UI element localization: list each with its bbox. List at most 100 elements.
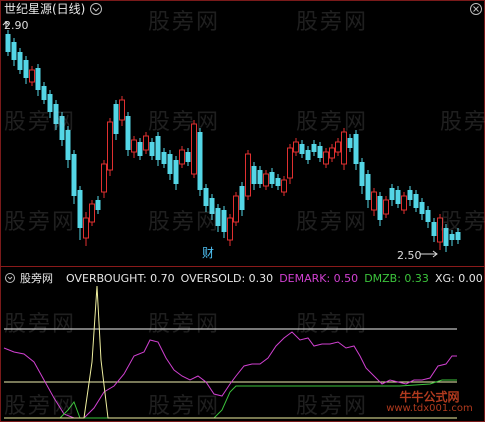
candle-down: [185, 152, 191, 162]
indicator-param-1: OVERSOLD: 0.30: [180, 272, 274, 285]
candle-up: [227, 217, 233, 241]
watermark-text: 股旁网: [296, 210, 369, 235]
watermark-text: 股旁网: [440, 210, 485, 235]
corner-watermark-line2: www.tdx001.com: [386, 403, 473, 414]
candle-down: [113, 104, 119, 134]
watermark-text: 股旁网: [296, 110, 369, 135]
candle-down: [77, 190, 83, 228]
watermark-text: 股旁网: [4, 394, 77, 419]
candle-up: [245, 153, 251, 197]
candle-down: [395, 190, 401, 204]
indicator-name[interactable]: 股旁网: [20, 272, 53, 285]
watermark-text: 股旁网: [148, 312, 221, 337]
candle-down: [71, 154, 77, 196]
candle-down: [137, 142, 143, 156]
finance-marker[interactable]: 财: [202, 247, 214, 260]
chart-title: 世纪星源(日线): [4, 2, 86, 16]
chevron-down-icon: [92, 7, 100, 12]
candle-down: [161, 152, 167, 164]
candle-down: [197, 132, 203, 190]
indicator-params: OVERBOUGHT: 0.70 OVERSOLD: 0.30 DEMARK: 0.…: [66, 272, 485, 285]
candle-down: [305, 150, 311, 160]
candle-up: [371, 191, 377, 211]
candle-up: [233, 195, 239, 223]
indicator-param-2: DEMARK: 0.50: [279, 272, 359, 285]
candle-up: [29, 69, 35, 83]
candle-down: [35, 68, 41, 90]
indicator-chevron-icon: [7, 276, 13, 280]
candle-up: [263, 173, 269, 187]
candle-down: [347, 138, 353, 148]
watermark-text: 股旁网: [296, 394, 369, 419]
candle-up: [107, 121, 113, 171]
candle-up: [323, 151, 329, 165]
watermark-text: 股旁网: [4, 110, 77, 135]
candle-up: [143, 135, 149, 151]
candle-down: [155, 136, 161, 160]
close-x-icon: [473, 6, 479, 12]
candle-down: [251, 166, 257, 184]
candle-down: [365, 174, 371, 200]
corner-watermark: 牛牛公式网 www.tdx001.com: [381, 391, 478, 417]
candle-up: [383, 199, 389, 215]
watermark-text: 股旁网: [148, 210, 221, 235]
watermark-text: 股旁网: [440, 110, 485, 135]
candle-down: [257, 170, 263, 184]
indicator-param-0: OVERBOUGHT: 0.70: [66, 272, 175, 285]
candle-down: [317, 146, 323, 158]
candle-down: [5, 34, 11, 52]
candle-down: [167, 154, 173, 174]
watermark-text: 股旁网: [296, 312, 369, 337]
candle-down: [17, 52, 23, 70]
candle-down: [431, 222, 437, 236]
candle-up: [401, 195, 407, 211]
candle-up: [89, 203, 95, 223]
watermark-text: 股旁网: [148, 394, 221, 419]
candle-up: [83, 217, 89, 239]
candle-down: [173, 160, 179, 184]
indicator-menu-icon[interactable]: [5, 273, 15, 283]
candle-down: [425, 210, 431, 222]
candle-down: [407, 190, 413, 200]
candle-up: [179, 149, 185, 165]
candle-down: [23, 60, 29, 78]
watermark-text: 股旁网: [296, 10, 369, 35]
watermark-text: 股旁网: [4, 312, 77, 337]
indicator-param-4: XG: 0.00: [434, 272, 483, 285]
candle-down: [11, 42, 17, 60]
candle-down: [149, 142, 155, 156]
candle-up: [335, 141, 341, 153]
candle-up: [329, 147, 335, 159]
candle-down: [353, 134, 359, 164]
candle-down: [359, 162, 365, 186]
candle-up: [119, 99, 125, 121]
watermark-text: 股旁网: [4, 210, 77, 235]
watermark-text: 股旁网: [148, 10, 221, 35]
candle-down: [377, 196, 383, 220]
low-marker-arrow: [420, 250, 438, 258]
candle-down: [239, 186, 245, 210]
low-price-label: 2.50: [397, 249, 422, 262]
candle-down: [125, 116, 131, 150]
candle-up: [131, 139, 137, 153]
candle-up: [341, 131, 347, 165]
circle-chevron-down-icon[interactable]: [90, 3, 102, 15]
candle-down: [275, 178, 281, 186]
candle-down: [419, 202, 425, 214]
candle-up: [293, 141, 299, 153]
candle-down: [269, 172, 275, 184]
candle-up: [101, 163, 107, 193]
candle-down: [311, 144, 317, 152]
candle-down: [95, 200, 101, 210]
indicator-param-3: DMZB: 0.33: [364, 272, 429, 285]
corner-watermark-line1: 牛牛公式网: [399, 390, 460, 404]
candle-down: [413, 194, 419, 208]
candle-down: [41, 86, 47, 100]
candle-down: [389, 188, 395, 200]
candle-down: [221, 210, 227, 232]
candle-up: [281, 179, 287, 193]
candle-down: [299, 144, 305, 154]
watermark-text: 股旁网: [148, 110, 221, 135]
high-price-label: 2.90: [4, 19, 29, 32]
candle-up: [287, 147, 293, 179]
